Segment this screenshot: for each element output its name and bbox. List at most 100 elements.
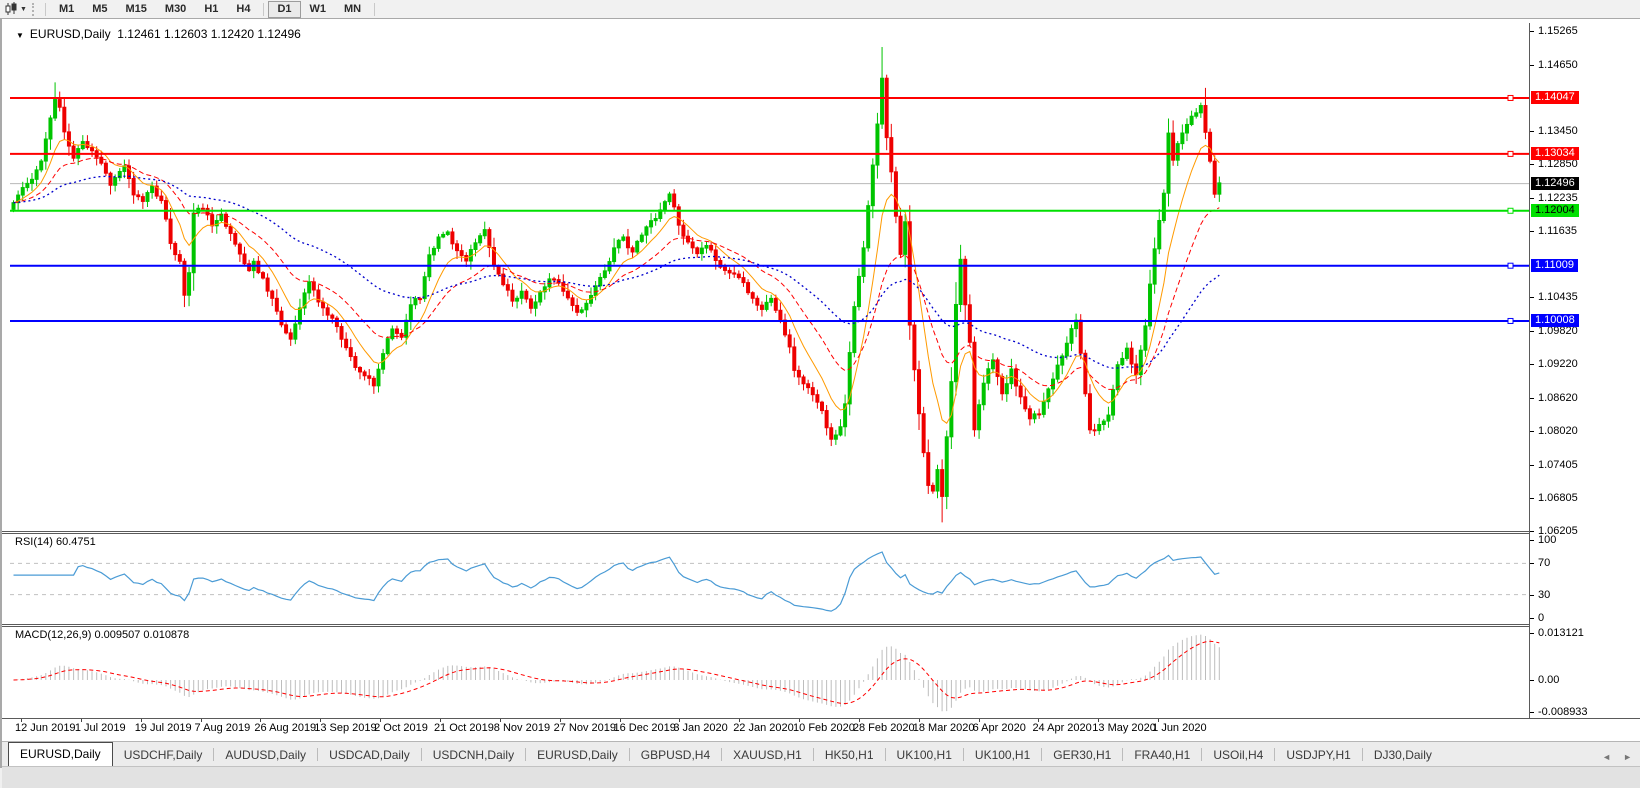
rsi-canvas[interactable] — [10, 534, 1529, 624]
chart-tab-eurusd-daily[interactable]: EURUSD,Daily — [526, 744, 629, 767]
timeframe-bar: M1 M5 M15 M30 H1 H4 D1 W1 MN — [41, 0, 379, 18]
price-badge-1.12496[interactable]: 1.12496 — [1531, 177, 1579, 191]
tab-scroll-arrows: ◄ ► — [1602, 752, 1632, 762]
chart-tab-gbpusd-h4[interactable]: GBPUSD,H4 — [630, 744, 721, 767]
price-axis-tick — [1530, 231, 1534, 233]
timeframe-w1-button[interactable]: W1 — [301, 1, 336, 18]
date-axis-label: 1 Jun 2020 — [1152, 722, 1207, 734]
chart-title: ▼ EURUSD,Daily 1.12461 1.12603 1.12420 1.… — [16, 27, 301, 41]
chart-tab-dj30-daily[interactable]: DJ30,Daily — [1363, 744, 1443, 767]
hline-handle[interactable] — [1507, 262, 1514, 269]
main-price-pane[interactable] — [10, 23, 1529, 531]
candlestick-chart-icon — [5, 2, 17, 15]
chart-tab-uk100-h1[interactable]: UK100,H1 — [886, 744, 963, 767]
status-strip — [2, 766, 1640, 788]
price-axis-label: 1.12235 — [1538, 192, 1578, 205]
rsi-pane[interactable]: RSI(14) 60.4751 — [10, 534, 1529, 624]
price-axis-tick — [1530, 130, 1534, 132]
chart-tab-xauusd-h1[interactable]: XAUUSD,H1 — [722, 744, 813, 767]
rsi-axis-tick — [1530, 618, 1534, 619]
toolbar-separator — [374, 2, 376, 16]
pane-splitter[interactable] — [2, 531, 1640, 532]
chart-tab-usdchf-daily[interactable]: USDCHF,Daily — [113, 744, 214, 767]
date-axis-label: 26 Aug 2019 — [254, 722, 317, 734]
toolbar-grip[interactable] — [31, 2, 36, 16]
timeframe-h1-button[interactable]: H1 — [195, 1, 227, 18]
price-axis-tick — [1530, 331, 1534, 333]
rsi-axis-label: 30 — [1538, 588, 1551, 601]
chart-tab-fra40-h1[interactable]: FRA40,H1 — [1123, 744, 1201, 767]
timeframe-m5-button[interactable]: M5 — [83, 1, 116, 18]
macd-histogram — [17, 634, 1220, 712]
toolbar-separator — [44, 2, 46, 16]
top-toolbar: ▼ M1 M5 M15 M30 H1 H4 D1 W1 MN — [0, 0, 1640, 19]
hline-handle[interactable] — [1507, 150, 1514, 157]
macd-axis-label: 0.013121 — [1538, 627, 1584, 639]
rsi-line — [13, 551, 1220, 612]
date-axis-label: 2 Oct 2019 — [374, 722, 428, 734]
timeframe-m15-button[interactable]: M15 — [117, 1, 156, 18]
date-axis-label: 3 Jan 2020 — [673, 722, 728, 734]
macd-signal-line — [13, 640, 1220, 705]
tab-scroll-left-icon[interactable]: ◄ — [1602, 752, 1611, 762]
price-axis-label: 1.13450 — [1538, 124, 1578, 137]
chart-tab-eurusd-daily[interactable]: EURUSD,Daily — [8, 742, 113, 767]
hline-handle[interactable] — [1507, 317, 1514, 324]
date-axis-label: 13 May 2020 — [1092, 722, 1156, 734]
hline-handle[interactable] — [1507, 94, 1514, 101]
timeframe-m1-button[interactable]: M1 — [50, 1, 83, 18]
price-chart-canvas[interactable] — [10, 23, 1529, 531]
date-axis[interactable]: 12 Jun 2019 1 Jul 2019 19 Jul 2019 7 Aug 20… — [10, 719, 1529, 737]
chart-tab-usoil-h4[interactable]: USOil,H4 — [1202, 744, 1274, 767]
chart-tab-ger30-h1[interactable]: GER30,H1 — [1042, 744, 1122, 767]
price-badge-1.13034[interactable]: 1.13034 — [1531, 147, 1579, 161]
price-badge-1.11009[interactable]: 1.11009 — [1531, 259, 1578, 273]
chart-tab-hk50-h1[interactable]: HK50,H1 — [814, 744, 885, 767]
macd-axis-tick — [1530, 712, 1534, 713]
date-axis-label: 6 Apr 2020 — [972, 722, 1026, 734]
price-axis-tick — [1530, 64, 1534, 66]
price-axis-tick — [1530, 530, 1534, 532]
chart-tab-usdjpy-h1[interactable]: USDJPY,H1 — [1275, 744, 1361, 767]
chart-tab-uk100-h1[interactable]: UK100,H1 — [964, 744, 1041, 767]
price-axis-label: 1.11635 — [1538, 225, 1577, 238]
candlestick-chart-icon[interactable] — [3, 2, 19, 16]
timeframe-m30-button[interactable]: M30 — [156, 1, 195, 18]
hline-handle[interactable] — [1507, 207, 1514, 214]
chart-tab-audusd-daily[interactable]: AUDUSD,Daily — [214, 744, 317, 767]
date-axis-label: 16 Dec 2019 — [613, 722, 676, 734]
timeframe-d1-button[interactable]: D1 — [268, 0, 301, 18]
chevron-down-icon[interactable]: ▼ — [16, 31, 24, 40]
price-axis-tick — [1530, 164, 1534, 166]
chart-tab-usdcnh-daily[interactable]: USDCNH,Daily — [422, 744, 525, 767]
price-badge-1.14047[interactable]: 1.14047 — [1531, 91, 1579, 105]
price-axis-label: 1.08020 — [1538, 424, 1578, 437]
timeframe-mn-button[interactable]: MN — [335, 1, 370, 18]
price-axis-tick — [1530, 464, 1534, 466]
chart-symbol-period: EURUSD,Daily — [29, 27, 111, 41]
rsi-label: RSI(14) 60.4751 — [15, 536, 96, 548]
price-axis-label: 1.07405 — [1538, 458, 1578, 471]
date-axis-label: 24 Apr 2020 — [1032, 722, 1092, 734]
price-axis-tick — [1530, 430, 1534, 432]
price-badge-1.10008[interactable]: 1.10008 — [1531, 314, 1579, 328]
macd-pane[interactable]: MACD(12,26,9) 0.009507 0.010878 — [10, 627, 1529, 718]
tab-scroll-right-icon[interactable]: ► — [1623, 752, 1632, 762]
chart-tab-usdcad-daily[interactable]: USDCAD,Daily — [318, 744, 421, 767]
price-axis-tick — [1530, 198, 1534, 200]
price-axis-tick — [1530, 297, 1534, 299]
price-badge-1.12004[interactable]: 1.12004 — [1531, 204, 1579, 218]
rsi-axis-tick — [1530, 563, 1534, 565]
price-axis-label: 1.10435 — [1538, 291, 1578, 304]
macd-canvas[interactable] — [10, 627, 1529, 718]
macd-axis-label: 0.00 — [1538, 674, 1560, 686]
price-axis-tick — [1530, 30, 1534, 32]
pane-splitter[interactable] — [2, 624, 1640, 625]
rsi-axis-label: 70 — [1538, 557, 1551, 570]
date-axis-label: 21 Oct 2019 — [433, 722, 494, 734]
chevron-down-icon[interactable]: ▼ — [20, 6, 27, 13]
price-axis-label: 1.09220 — [1538, 358, 1578, 371]
timeframe-h4-button[interactable]: H4 — [227, 1, 259, 18]
candles-layer — [11, 47, 1222, 523]
price-axis[interactable]: 1.15265 1.14650 1.13450 1.12850 1.12235 1.116… — [1529, 23, 1640, 718]
